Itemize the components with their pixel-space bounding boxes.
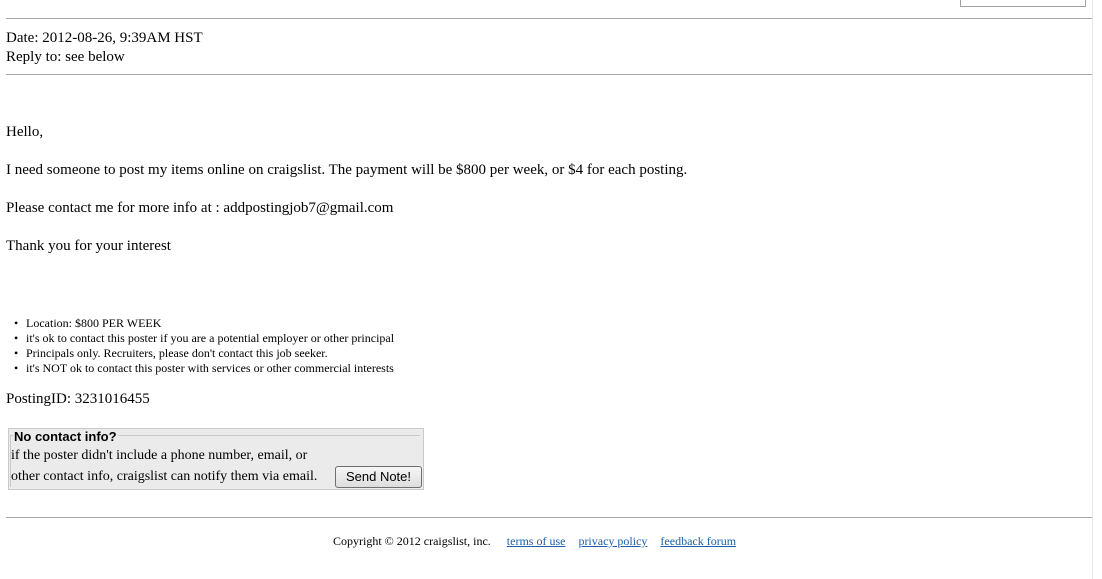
list-item: • Principals only. Recruiters, please don… — [14, 346, 394, 361]
terms-of-use-link[interactable]: terms of use — [507, 534, 566, 548]
notice-no-services: it's NOT ok to contact this poster with … — [26, 361, 394, 375]
greeting-text: Hello, — [6, 124, 44, 140]
feedback-forum-link[interactable]: feedback forum — [660, 534, 736, 548]
reply-to: Reply to: see below — [6, 49, 125, 65]
top-partial-box — [960, 0, 1086, 7]
notice-principals-only: Principals only. Recruiters, please don'… — [26, 346, 328, 360]
notify-text-line-2: other contact info, craigslist can notif… — [11, 469, 318, 484]
footer: Copyright © 2012 craigslist, inc. terms … — [333, 533, 736, 549]
notice-location: Location: $800 PER WEEK — [26, 316, 162, 330]
notice-contact-ok: it's ok to contact this poster if you ar… — [26, 331, 395, 345]
header-divider-bottom — [6, 74, 1092, 75]
notify-legend: No contact info? — [13, 429, 118, 445]
bullet-icon: • — [14, 346, 19, 360]
bullet-icon: • — [14, 331, 19, 345]
contact-notify-box: No contact info? if the poster didn't in… — [8, 428, 424, 490]
body-paragraph-1: I need someone to post my items online o… — [6, 162, 688, 178]
body-paragraph-2: Please contact me for more info at : add… — [6, 200, 394, 216]
body-paragraph-3: Thank you for your interest — [6, 238, 171, 254]
posting-id: PostingID: 3231016455 — [6, 391, 150, 407]
scrollbar[interactable] — [1092, 0, 1102, 579]
header-divider-top — [6, 18, 1092, 19]
footer-divider — [6, 517, 1092, 518]
copyright-text: Copyright © 2012 craigslist, inc. — [333, 534, 491, 548]
notify-text-line-1: if the poster didn't include a phone num… — [11, 448, 308, 463]
bullet-icon: • — [14, 316, 19, 330]
posting-date: Date: 2012-08-26, 9:39AM HST — [6, 30, 203, 46]
send-note-button[interactable]: Send Note! — [335, 466, 422, 488]
list-item: • it's ok to contact this poster if you a… — [14, 331, 394, 346]
privacy-policy-link[interactable]: privacy policy — [578, 534, 647, 548]
bullet-icon: • — [14, 361, 19, 375]
list-item: • Location: $800 PER WEEK — [14, 316, 394, 331]
list-item: • it's NOT ok to contact this poster with… — [14, 361, 394, 376]
posting-notices-list: • Location: $800 PER WEEK • it's ok to con… — [14, 316, 394, 376]
